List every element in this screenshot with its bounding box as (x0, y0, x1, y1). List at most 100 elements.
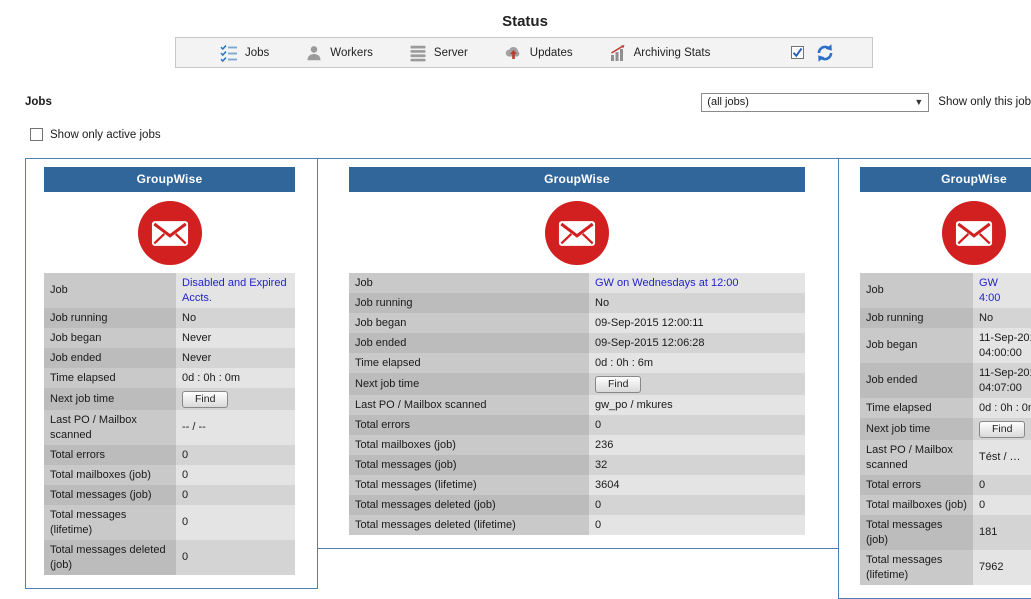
stat-value: Find (973, 418, 1031, 440)
stat-row: Total errors0 (860, 475, 1031, 495)
tab-server[interactable]: Server (409, 44, 468, 62)
stat-row: Last PO / Mailbox scannedTést / … (860, 440, 1031, 475)
job-panels: GroupWise JobDisabled and Expired Accts.… (25, 158, 1031, 599)
active-jobs-filter: Show only active jobs (30, 128, 1031, 141)
stat-label: Total mailboxes (job) (349, 435, 589, 455)
job-link[interactable]: GW on Wednesdays at 12:00 (595, 277, 739, 289)
stat-row: Total mailboxes (job)0 (44, 465, 295, 485)
stat-label: Total messages (lifetime) (349, 475, 589, 495)
job-stats-table: JobDisabled and Expired Accts.Job runnin… (44, 273, 295, 575)
stat-row: Job ended09-Sep-2015 12:06:28 (349, 333, 805, 353)
stat-label: Total errors (349, 415, 589, 435)
stat-value: 0d : 0h : 0m (973, 398, 1031, 418)
refresh-icon[interactable] (814, 42, 836, 64)
show-only-active-jobs-checkbox[interactable] (30, 128, 43, 141)
tab-workers[interactable]: Workers (305, 44, 373, 62)
stat-row: Total messages (job)181 (860, 515, 1031, 550)
checkmark-icon (792, 47, 803, 58)
stat-value: Tést / … (973, 440, 1031, 475)
server-icon (409, 44, 427, 62)
stat-value: 0 (973, 475, 1031, 495)
stat-value: 0 (176, 465, 295, 485)
jobs-section-label: Jobs (25, 96, 52, 108)
stat-label: Job ended (860, 363, 973, 398)
stat-value: 0 (176, 540, 295, 575)
stat-row: Job runningNo (860, 308, 1031, 328)
find-button[interactable]: Find (979, 421, 1025, 438)
stat-value: Disabled and Expired Accts. (176, 273, 295, 308)
job-link[interactable]: GW 4:00 (979, 277, 1000, 304)
stat-value: 09-Sep-2015 12:00:11 (589, 313, 805, 333)
stat-label: Next job time (44, 388, 176, 410)
job-panel-2: GroupWise JobGW on Wednesdays at 12:00Jo… (317, 158, 839, 549)
stat-value: 0 (176, 485, 295, 505)
stat-row: Total messages deleted (job)0 (44, 540, 295, 575)
stat-row: Last PO / Mailbox scanned-- / -- (44, 410, 295, 445)
stat-row: Total messages (lifetime)3604 (349, 475, 805, 495)
stat-label: Total messages deleted (job) (44, 540, 176, 575)
stat-label: Next job time (349, 373, 589, 395)
stat-label: Job began (860, 328, 973, 363)
stat-value: 0d : 0h : 6m (589, 353, 805, 373)
stat-label: Job ended (349, 333, 589, 353)
stat-row: Job runningNo (44, 308, 295, 328)
updates-icon (504, 44, 523, 62)
stat-value: 236 (589, 435, 805, 455)
stat-label: Total messages (job) (44, 485, 176, 505)
stat-label: Last PO / Mailbox scanned (860, 440, 973, 475)
stat-row: Time elapsed0d : 0h : 0m (44, 368, 295, 388)
stat-label: Total messages deleted (lifetime) (349, 515, 589, 535)
stat-row: Total messages (lifetime)7962 (860, 550, 1031, 585)
find-button[interactable]: Find (595, 376, 641, 393)
stat-value: 0 (589, 515, 805, 535)
tab-archiving-stats[interactable]: Archiving Stats (609, 44, 711, 62)
email-icon (138, 201, 202, 265)
job-stats-table: JobGW 4:00Job runningNoJob began11-Sep-2… (860, 273, 1031, 585)
stat-label: Job began (349, 313, 589, 333)
stat-row: Total errors0 (44, 445, 295, 465)
stat-label: Total messages (lifetime) (860, 550, 973, 585)
stat-value: GW 4:00 (973, 273, 1031, 308)
stat-row: Total messages deleted (job)0 (349, 495, 805, 515)
stat-label: Time elapsed (860, 398, 973, 418)
stat-row: JobDisabled and Expired Accts. (44, 273, 295, 308)
stat-value: 7962 (973, 550, 1031, 585)
stat-label: Job running (860, 308, 973, 328)
stat-row: Total messages (lifetime)0 (44, 505, 295, 540)
job-panel-3: GroupWise JobGW 4:00Job runningNoJob beg… (838, 158, 1031, 599)
stat-row: Next job time Find (44, 388, 295, 410)
auto-refresh-checkbox[interactable] (791, 46, 804, 59)
stat-label: Total errors (860, 475, 973, 495)
job-filter-select[interactable]: (all jobs) ▼ (701, 93, 929, 112)
toolbar: Jobs Workers Server Upd (175, 37, 873, 68)
stat-value: 3604 (589, 475, 805, 495)
toolbar-right (791, 42, 836, 64)
tab-server-label: Server (434, 47, 468, 59)
stat-label: Job running (349, 293, 589, 313)
stat-row: Total errors0 (349, 415, 805, 435)
job-link[interactable]: Disabled and Expired Accts. (182, 277, 287, 304)
tab-updates[interactable]: Updates (504, 44, 573, 62)
tab-workers-label: Workers (330, 47, 373, 59)
stat-label: Job running (44, 308, 176, 328)
panel-header: GroupWise (349, 167, 805, 192)
stat-label: Job (349, 273, 589, 293)
stat-row: Total messages (job)32 (349, 455, 805, 475)
stat-value: 0 (176, 445, 295, 465)
stat-label: Job began (44, 328, 176, 348)
panel-header: GroupWise (44, 167, 295, 192)
job-stats-table: Job GW on Wednesdays at 12:00 Job running N… (349, 273, 805, 535)
stat-row: Job GW on Wednesdays at 12:00 (349, 273, 805, 293)
stat-label: Total mailboxes (job) (44, 465, 176, 485)
stat-value: 0d : 0h : 0m (176, 368, 295, 388)
stat-value: -- / -- (176, 410, 295, 445)
stat-label: Time elapsed (349, 353, 589, 373)
tab-jobs[interactable]: Jobs (220, 44, 269, 62)
panel-header: GroupWise (860, 167, 1031, 192)
stat-row: Next job time Find (349, 373, 805, 395)
workers-icon (305, 44, 323, 62)
email-icon (545, 201, 609, 265)
stat-value: 11-Sep-2015 04:00:00 (973, 328, 1031, 363)
stat-value: 32 (589, 455, 805, 475)
find-button[interactable]: Find (182, 391, 228, 408)
